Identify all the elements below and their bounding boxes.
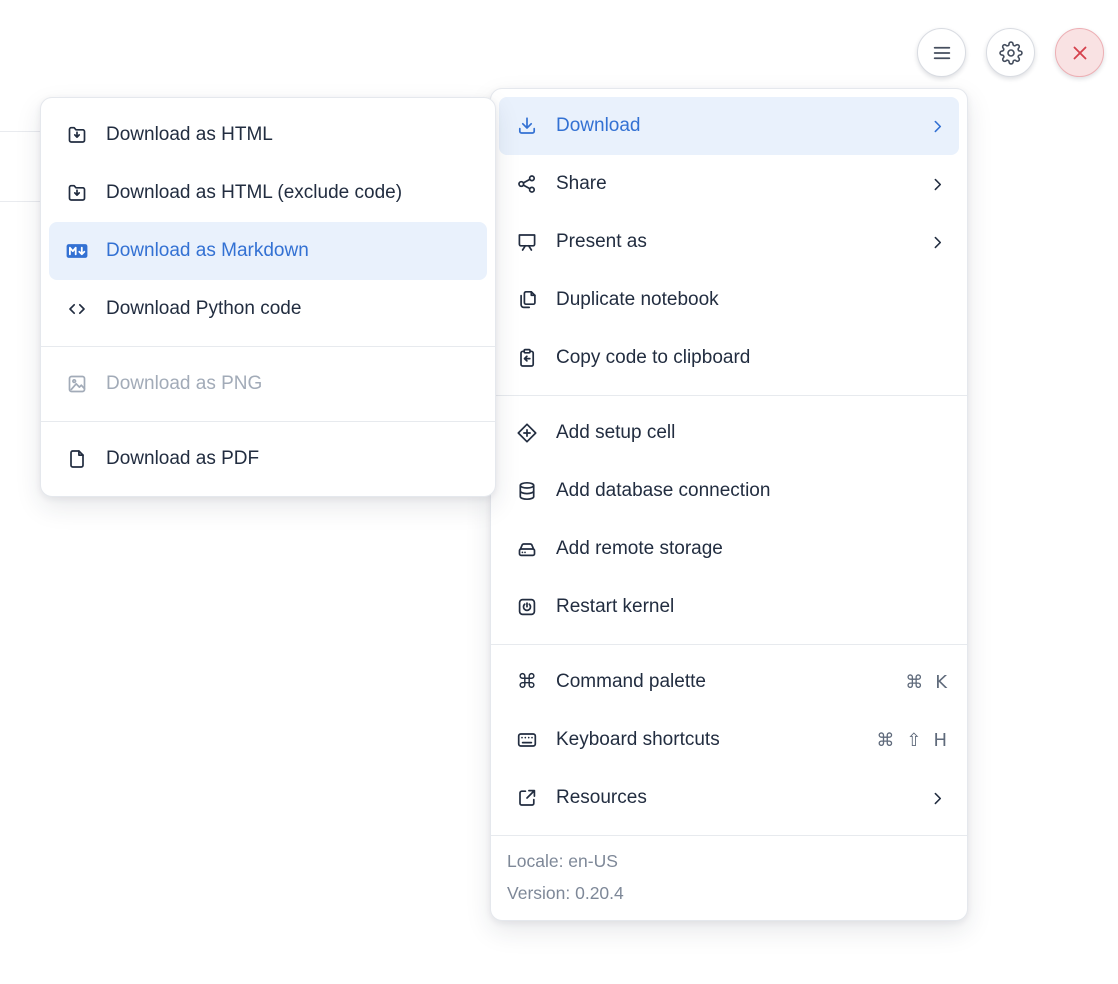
chevron-right-icon <box>927 114 947 138</box>
menu-item-label: Download as HTML (exclude code) <box>106 182 402 204</box>
shortcut-key: H <box>933 730 947 751</box>
hamburger-icon <box>929 40 955 66</box>
menu-item-label: Download as PDF <box>106 448 259 470</box>
menu-item-add-remote-storage[interactable]: Add remote storage <box>499 520 959 578</box>
shortcut-key: ⌘ <box>905 672 923 693</box>
menu-section: Download as PNG <box>41 347 495 421</box>
menu-item-label: Download Python code <box>106 298 301 320</box>
menu-item-download-as-png: Download as PNG <box>49 355 487 413</box>
menu-item-copy-code-to-clipboard[interactable]: Copy code to clipboard <box>499 329 959 387</box>
menu-item-label: Resources <box>556 787 647 809</box>
menu-item-label: Share <box>556 173 607 195</box>
menu-item-label: Restart kernel <box>556 596 674 618</box>
menu-item-restart-kernel[interactable]: Restart kernel <box>499 578 959 636</box>
menu-item-resources[interactable]: Resources <box>499 769 959 827</box>
menu-item-share[interactable]: Share <box>499 155 959 213</box>
menu-item-label: Download <box>556 115 641 137</box>
code-icon <box>65 297 89 321</box>
database-icon <box>515 479 539 503</box>
background-cell-border <box>0 201 40 202</box>
file-icon <box>65 447 89 471</box>
menu-item-duplicate-notebook[interactable]: Duplicate notebook <box>499 271 959 329</box>
menu-item-download-as-html-exclude-code[interactable]: Download as HTML (exclude code) <box>49 164 487 222</box>
menu-section: Add setup cell Add database connection Add… <box>491 396 967 644</box>
present-icon <box>515 230 539 254</box>
image-icon <box>65 372 89 396</box>
menu-section: Download as HTML Download as HTML (exclud… <box>41 98 495 346</box>
chevron-right-icon <box>927 172 947 196</box>
shortcut-key: K <box>935 672 947 693</box>
background-cell-border <box>0 131 40 132</box>
menu-footer: Locale: en-USVersion: 0.20.4 <box>491 836 967 920</box>
external-link-icon <box>515 786 539 810</box>
shortcut-hint: ⌘ ⇧ H <box>876 730 947 751</box>
menu-button[interactable] <box>917 28 966 77</box>
close-button[interactable] <box>1055 28 1104 77</box>
keyboard-icon <box>515 728 539 752</box>
restart-kernel-icon <box>515 595 539 619</box>
chevron-right-icon <box>927 786 947 810</box>
menu-item-download-as-markdown[interactable]: Download as Markdown <box>49 222 487 280</box>
main-menu-panel: Download Share Present as Duplicate noteboo… <box>490 88 968 921</box>
menu-item-label: Download as HTML <box>106 124 273 146</box>
markdown-icon <box>65 239 89 263</box>
menu-item-label: Add remote storage <box>556 538 723 560</box>
menu-section: Download as PDF <box>41 422 495 496</box>
menu-item-present-as[interactable]: Present as <box>499 213 959 271</box>
svg-text:⌘: ⌘ <box>517 670 537 693</box>
menu-item-label: Command palette <box>556 671 706 693</box>
shortcut-hint: ⌘K <box>905 672 947 693</box>
menu-section: Download Share Present as Duplicate noteboo… <box>491 89 967 395</box>
download-submenu-panel: Download as HTML Download as HTML (exclud… <box>40 97 496 497</box>
locale-text: Locale: en-US <box>507 845 951 877</box>
menu-item-download-as-html[interactable]: Download as HTML <box>49 106 487 164</box>
menu-item-label: Copy code to clipboard <box>556 347 750 369</box>
close-icon <box>1067 40 1093 66</box>
menu-item-label: Add setup cell <box>556 422 675 444</box>
menu-item-label: Present as <box>556 231 647 253</box>
remote-storage-icon <box>515 537 539 561</box>
chevron-right-icon <box>927 230 947 254</box>
menu-item-label: Keyboard shortcuts <box>556 729 720 751</box>
menu-item-download-as-pdf[interactable]: Download as PDF <box>49 430 487 488</box>
menu-item-command-palette[interactable]: ⌘Command palette⌘K <box>499 653 959 711</box>
menu-item-download-python-code[interactable]: Download Python code <box>49 280 487 338</box>
add-setup-cell-icon <box>515 421 539 445</box>
menu-item-download[interactable]: Download <box>499 97 959 155</box>
menu-item-label: Duplicate notebook <box>556 289 719 311</box>
menu-section: ⌘Command palette⌘KKeyboard shortcuts⌘⇧HR… <box>491 645 967 835</box>
folder-download-icon <box>65 181 89 205</box>
menu-item-add-database-connection[interactable]: Add database connection <box>499 462 959 520</box>
menu-item-label: Add database connection <box>556 480 770 502</box>
folder-download-icon <box>65 123 89 147</box>
shortcut-key: ⇧ <box>906 730 921 751</box>
menu-item-keyboard-shortcuts[interactable]: Keyboard shortcuts ⌘ ⇧ H <box>499 711 959 769</box>
menu-item-label: Download as Markdown <box>106 240 309 262</box>
download-icon <box>515 114 539 138</box>
version-text: Version: 0.20.4 <box>507 877 951 909</box>
clipboard-import-icon <box>515 346 539 370</box>
duplicate-icon <box>515 288 539 312</box>
shortcut-key: ⌘ <box>876 730 894 751</box>
settings-button[interactable] <box>986 28 1035 77</box>
menu-item-add-setup-cell[interactable]: Add setup cell <box>499 404 959 462</box>
gear-icon <box>998 40 1024 66</box>
command-icon: ⌘ <box>515 670 539 694</box>
share-icon <box>515 172 539 196</box>
menu-item-label: Download as PNG <box>106 373 262 395</box>
